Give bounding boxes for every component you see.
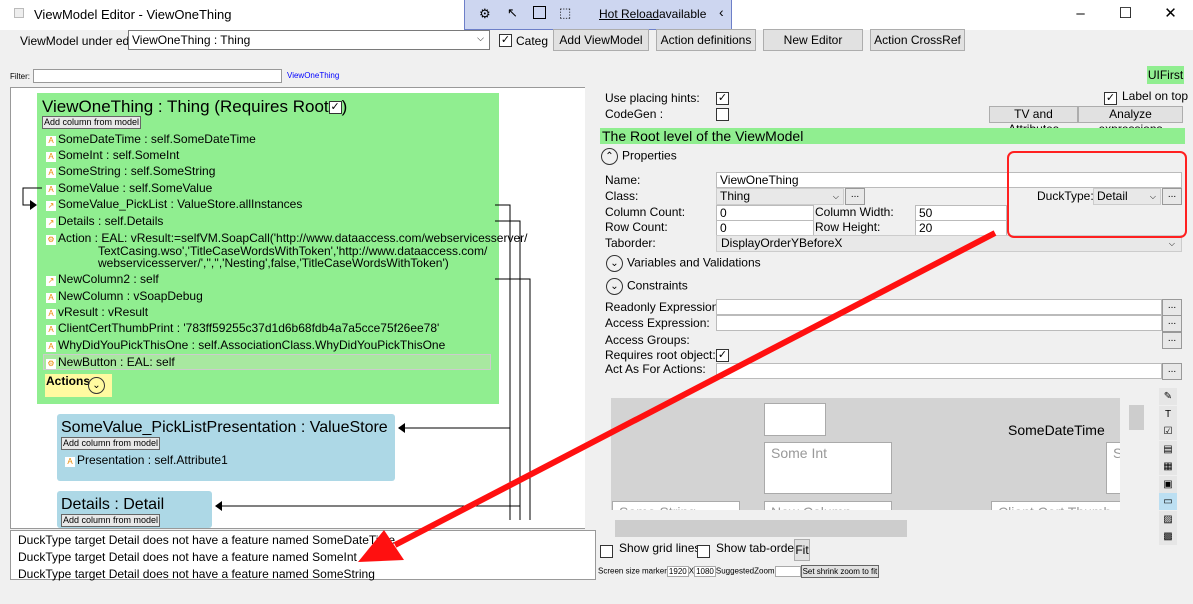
red-annotation — [358, 151, 1187, 562]
highlight-rectangle — [1007, 151, 1187, 238]
arrow-line — [393, 230, 997, 548]
